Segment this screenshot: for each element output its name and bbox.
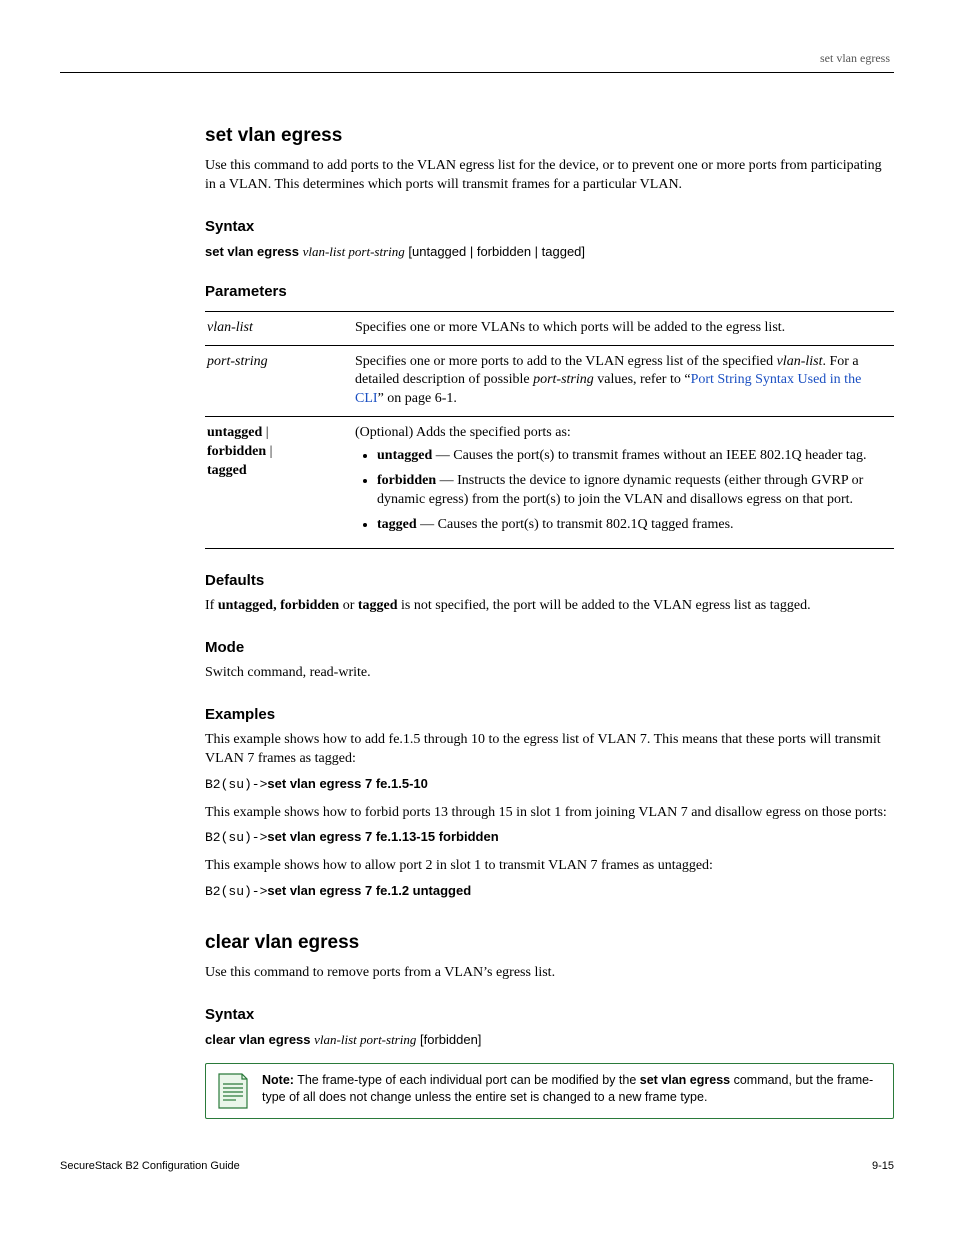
examples-heading: Examples (205, 705, 894, 725)
syntax-options: [untagged | forbidden | tagged] (408, 244, 585, 259)
defaults-text: If untagged, forbidden or tagged is not … (205, 597, 894, 616)
note-icon (216, 1072, 250, 1110)
syntax-options: [forbidden] (420, 1032, 481, 1047)
page-footer: SecureStack B2 Configuration Guide 9-15 (60, 1159, 894, 1174)
defaults-heading: Defaults (205, 571, 894, 591)
cli-example: B2(su)->set vlan egress 7 fe.1.5-10 (205, 775, 894, 794)
mode-text: Switch command, read-write. (205, 664, 894, 683)
cli-example: B2(su)->set vlan egress 7 fe.1.13-15 for… (205, 828, 894, 847)
syntax-heading: Syntax (205, 1005, 894, 1025)
mode-heading: Mode (205, 638, 894, 658)
page-header-right: set vlan egress (60, 50, 890, 66)
list-item: forbidden — Instructs the device to igno… (377, 472, 888, 510)
note-box: Note: The frame-type of each individual … (205, 1063, 894, 1119)
parameters-heading: Parameters (205, 282, 894, 302)
example-text: This example shows how to allow port 2 i… (205, 857, 894, 876)
param-desc: Specifies one or more VLANs to which por… (353, 311, 894, 345)
example-text: This example shows how to add fe.1.5 thr… (205, 731, 894, 769)
cmd-title-clear-vlan-egress: clear vlan egress (205, 930, 894, 956)
syntax-args: vlan-list port-string (314, 1032, 416, 1047)
example-text: This example shows how to forbid ports 1… (205, 804, 894, 823)
syntax-keyword: set vlan egress (205, 244, 299, 259)
syntax-line: clear vlan egress vlan-list port-string … (205, 1031, 894, 1049)
table-row: vlan-list Specifies one or more VLANs to… (205, 311, 894, 345)
syntax-heading: Syntax (205, 217, 894, 237)
param-desc: Specifies one or more ports to add to th… (353, 345, 894, 417)
note-text: Note: The frame-type of each individual … (262, 1072, 883, 1106)
param-desc: (Optional) Adds the specified ports as: … (353, 417, 894, 548)
list-item: tagged — Causes the port(s) to transmit … (377, 516, 888, 535)
param-name-port-string: port-string (207, 354, 268, 369)
syntax-args: vlan-list port-string (303, 244, 405, 259)
parameters-table: vlan-list Specifies one or more VLANs to… (205, 311, 894, 549)
table-row: untagged | forbidden | tagged (Optional)… (205, 417, 894, 548)
syntax-keyword: clear vlan egress (205, 1032, 311, 1047)
param-name-vlan-list: vlan-list (207, 320, 253, 335)
param-name-frame-type: untagged | forbidden | tagged (205, 417, 353, 548)
cmd-intro: Use this command to add ports to the VLA… (205, 157, 894, 195)
table-row: port-string Specifies one or more ports … (205, 345, 894, 417)
header-rule (60, 72, 894, 73)
syntax-line: set vlan egress vlan-list port-string [u… (205, 243, 894, 261)
footer-left: SecureStack B2 Configuration Guide (60, 1159, 240, 1174)
list-item: untagged — Causes the port(s) to transmi… (377, 447, 888, 466)
cli-example: B2(su)->set vlan egress 7 fe.1.2 untagge… (205, 882, 894, 901)
cmd-intro: Use this command to remove ports from a … (205, 964, 894, 983)
cmd-title-set-vlan-egress: set vlan egress (205, 123, 894, 149)
footer-right: 9-15 (872, 1159, 894, 1174)
